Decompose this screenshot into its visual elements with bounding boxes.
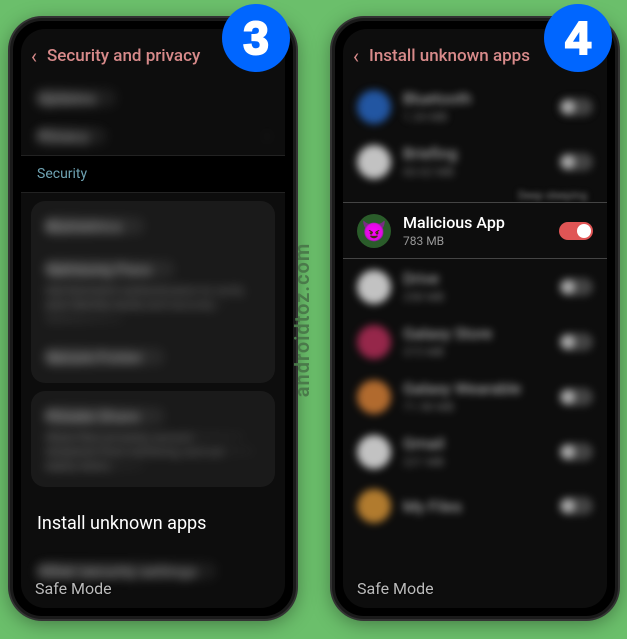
app-name: Bluetooth <box>403 89 559 108</box>
step-badge-3: 3 <box>222 4 290 72</box>
screen-security-privacy: ‹ Security and privacy Updates Privacy ›… <box>21 29 285 608</box>
app-info: Briefing 60.62 MB <box>403 144 559 179</box>
toggle-switch[interactable] <box>559 443 593 461</box>
app-size: 373 MB <box>403 345 559 359</box>
app-icon <box>357 435 391 469</box>
app-row[interactable]: My Files <box>343 479 607 533</box>
app-name: Briefing <box>403 144 559 163</box>
security-card: Biometrics Samsung Pass Use biometric au… <box>31 201 275 383</box>
app-row[interactable]: Drive 258 MB <box>343 259 607 314</box>
screen-install-unknown-apps: ‹ Install unknown apps Bluetooth 1.34 MB… <box>343 29 607 608</box>
list-item[interactable]: Privacy › <box>21 117 285 155</box>
app-icon <box>357 380 391 414</box>
app-info: Galaxy Store 373 MB <box>403 324 559 359</box>
section-header-security: Security <box>21 155 285 193</box>
step-badge-4: 4 <box>544 4 612 72</box>
app-icon <box>357 145 391 179</box>
toggle-switch[interactable] <box>559 153 593 171</box>
toggle-switch[interactable] <box>559 388 593 406</box>
item-label: Other security settings <box>37 562 217 580</box>
toggle-switch[interactable] <box>559 333 593 351</box>
app-icon <box>357 270 391 304</box>
app-name: Malicious App <box>403 213 559 232</box>
private-share-card: Private Share Share files privately, pre… <box>31 391 275 487</box>
app-name: Drive <box>403 269 559 288</box>
app-row[interactable]: Galaxy Store 373 MB <box>343 314 607 369</box>
app-info: Drive 258 MB <box>403 269 559 304</box>
chevron-right-icon: › <box>265 129 269 144</box>
toggle-switch[interactable] <box>559 98 593 116</box>
app-size: 783 MB <box>403 234 559 248</box>
app-name: My Files <box>403 497 559 516</box>
back-icon[interactable]: ‹ <box>353 44 359 68</box>
app-row[interactable]: Briefing 60.62 MB <box>343 134 607 189</box>
phone-step-4: ‹ Install unknown apps Bluetooth 1.34 MB… <box>332 18 618 619</box>
app-icon <box>357 90 391 124</box>
app-row-malicious[interactable]: 😈 Malicious App 783 MB <box>343 202 607 259</box>
app-info: Galaxy Wearable 71.98 MB <box>403 379 559 414</box>
app-info: My Files <box>403 497 559 516</box>
safe-mode-label: Safe Mode <box>357 579 434 598</box>
app-info: Gmail 221 MB <box>403 434 559 469</box>
app-size: 60.62 MB <box>403 165 559 179</box>
page-title: Install unknown apps <box>369 46 530 66</box>
item-label: Privacy <box>37 127 107 145</box>
item-label: Samsung Pass <box>45 260 175 278</box>
list-item[interactable]: Biometrics <box>31 205 275 248</box>
install-unknown-apps-item[interactable]: Install unknown apps <box>21 495 285 552</box>
toggle-switch[interactable] <box>559 222 593 240</box>
app-icon <box>357 325 391 359</box>
app-name: Galaxy Store <box>403 324 559 343</box>
settings-list: Updates Privacy › Security Biometrics Sa… <box>21 79 285 591</box>
item-label: Biometrics <box>45 217 145 235</box>
app-size: 221 MB <box>403 455 559 469</box>
list-item[interactable]: Updates <box>21 79 285 117</box>
item-label: Updates <box>37 89 117 107</box>
item-label: Private Share <box>45 407 165 425</box>
apps-list: Bluetooth 1.34 MB Briefing 60.62 MB Deep… <box>343 79 607 533</box>
list-item[interactable]: Secure Folder <box>31 336 275 379</box>
list-item[interactable]: Samsung Pass Use biometric authenticatio… <box>31 248 275 336</box>
toggle-switch[interactable] <box>559 497 593 515</box>
app-size: 258 MB <box>403 290 559 304</box>
malicious-app-icon: 😈 <box>357 214 391 248</box>
app-info: Bluetooth 1.34 MB <box>403 89 559 124</box>
app-row[interactable]: Galaxy Wearable 71.98 MB <box>343 369 607 424</box>
app-info: Malicious App 783 MB <box>403 213 559 248</box>
item-label: Secure Folder <box>45 348 165 366</box>
back-icon[interactable]: ‹ <box>31 44 37 68</box>
app-name: Galaxy Wearable <box>403 379 559 398</box>
safe-mode-label: Safe Mode <box>35 579 112 598</box>
phone-step-3: ‹ Security and privacy Updates Privacy ›… <box>10 18 296 619</box>
app-name: Gmail <box>403 434 559 453</box>
app-row[interactable]: Bluetooth 1.34 MB <box>343 79 607 134</box>
page-title: Security and privacy <box>47 46 200 66</box>
app-size: 71.98 MB <box>403 400 559 414</box>
app-icon <box>357 489 391 523</box>
item-sub: Share files privately, prevent recipient… <box>45 431 245 441</box>
app-row[interactable]: Gmail 221 MB <box>343 424 607 479</box>
deep-sleeping-label: Deep sleeping <box>343 189 607 202</box>
toggle-switch[interactable] <box>559 278 593 296</box>
list-item[interactable]: Private Share Share files privately, pre… <box>31 395 275 483</box>
app-size: 1.34 MB <box>403 110 559 124</box>
watermark: androidtoz.com <box>290 243 314 397</box>
item-sub: Use biometric authentication to verify y… <box>45 284 245 294</box>
